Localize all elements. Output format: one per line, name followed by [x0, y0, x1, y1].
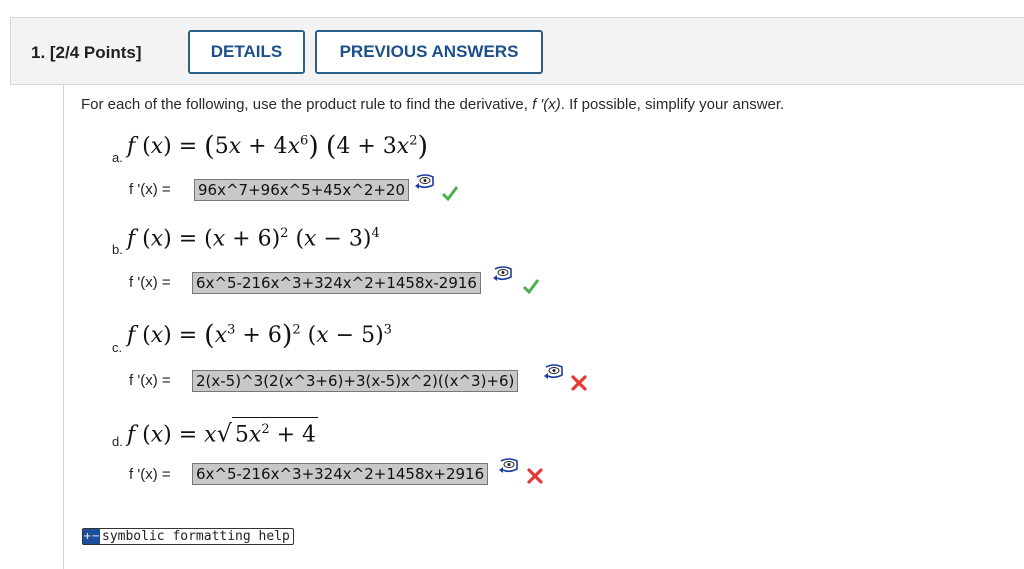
part-c-function: f (x) = (x3 + 6)2 (x − 5)3 [127, 320, 392, 351]
part-d-view-answer-icon[interactable] [498, 458, 520, 476]
part-a-function: f (x) = (5x + 4x6) (4 + 3x2) [127, 131, 429, 162]
part-b-view-answer-icon[interactable] [492, 266, 514, 284]
symbolic-formatting-help-button[interactable]: +− symbolic formatting help [82, 528, 294, 545]
part-a-view-answer-icon[interactable] [414, 174, 436, 192]
part-d-label: d. [112, 434, 123, 449]
symbolic-formatting-help-label: symbolic formatting help [102, 529, 290, 544]
part-c-label: c. [112, 340, 123, 355]
question-header: 1. [2/4 Points] DETAILS PREVIOUS ANSWERS [10, 17, 1024, 85]
part-a-correct-check-icon [441, 186, 459, 202]
part-a-answer-field[interactable]: 96x^7+96x^5+45x^2+20 [194, 179, 410, 201]
part-b-answer-label: f '(x) = [129, 274, 171, 291]
content-divider [63, 85, 64, 569]
details-button[interactable]: DETAILS [188, 30, 305, 74]
part-b-function: f (x) = (x + 6)2 (x − 3)4 [127, 226, 380, 252]
fprime-notation: f '(x) [532, 96, 561, 113]
previous-answers-button[interactable]: PREVIOUS ANSWERS [315, 30, 543, 74]
part-c-view-answer-icon[interactable] [543, 364, 565, 382]
part-c-answer-label: f '(x) = [129, 372, 171, 389]
part-d-answer-label: f '(x) = [129, 466, 171, 483]
part-d-incorrect-x-icon [527, 468, 543, 484]
question-title: 1. [2/4 Points] [31, 43, 142, 62]
part-b-answer-field[interactable]: 6x^5-216x^3+324x^2+1458x-2916 [192, 272, 481, 294]
part-c-incorrect-x-icon [571, 375, 587, 391]
part-a-answer-label: f '(x) = [129, 181, 171, 198]
part-b-correct-check-icon [522, 279, 540, 295]
part-d-function: f (x) = x√ 5x2 + 4 [127, 417, 319, 447]
formatting-help-icon: +− [83, 529, 100, 544]
part-c-answer-field[interactable]: 2(x-5)^3(2(x^3+6)+3(x-5)x^2)((x^3)+6) [192, 370, 519, 392]
instructions-text: For each of the following, use the produ… [81, 96, 785, 113]
part-a-label: a. [112, 150, 123, 165]
part-d-answer-field[interactable]: 6x^5-216x^3+324x^2+1458x+2916 [192, 463, 489, 485]
part-b-label: b. [112, 242, 123, 257]
